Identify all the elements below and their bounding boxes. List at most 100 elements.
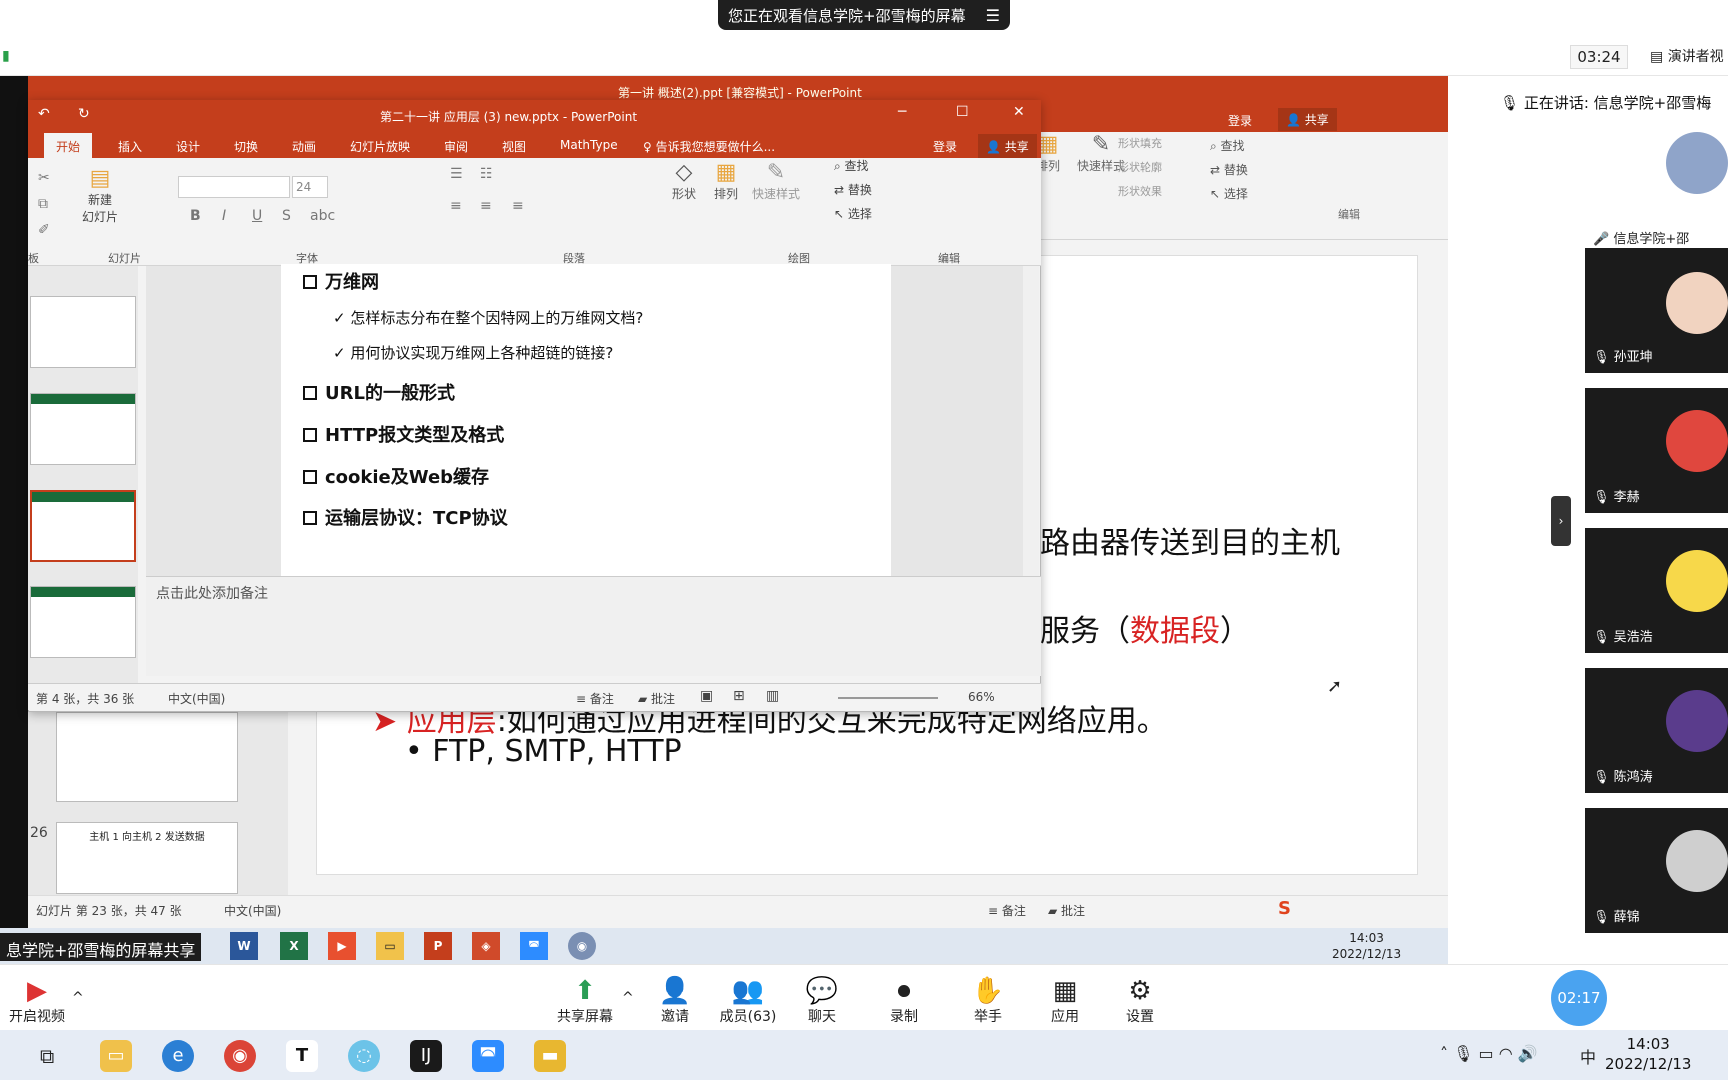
vertical-scrollbar[interactable]	[1023, 266, 1039, 576]
copy-icon[interactable]: ⧉	[38, 196, 48, 212]
file-explorer-icon[interactable]: ▭	[100, 1040, 132, 1072]
participant-card[interactable]: 🎤 信息学院+邵	[1585, 130, 1728, 255]
save-icon[interactable]: ↶	[38, 106, 50, 122]
collapse-panel-button[interactable]: ›	[1551, 496, 1571, 546]
font-size-select[interactable]: 24	[292, 176, 328, 198]
tab-transition[interactable]: 切换	[234, 138, 258, 155]
share-banner[interactable]: 您正在观看信息学院+邵雪梅的屏幕 ☰	[718, 0, 1010, 30]
zoom-level[interactable]: 66%	[968, 690, 995, 704]
tab-review[interactable]: 审阅	[444, 138, 468, 155]
bullets-icon[interactable]: ☰	[450, 166, 463, 182]
numbering-icon[interactable]: ☷	[480, 166, 493, 182]
close-icon[interactable]: ✕	[1013, 104, 1025, 120]
redo-icon[interactable]: ↻	[78, 106, 90, 122]
menu-icon[interactable]: ☰	[986, 6, 1000, 25]
tab-mathtype[interactable]: MathType	[560, 138, 618, 152]
format-painter-icon[interactable]: ✐	[38, 222, 50, 238]
back-shape-outline[interactable]: 形状轮廓	[1118, 156, 1162, 180]
chrome-icon[interactable]: ◉	[224, 1040, 256, 1072]
mini-timer[interactable]: 02:17	[1551, 970, 1607, 1026]
back-select[interactable]: ↖ 选择	[1210, 182, 1248, 206]
sogou-icon[interactable]: S	[1278, 898, 1291, 919]
front-login[interactable]: 登录	[933, 138, 957, 155]
back-notes-button[interactable]: ≡ 备注	[988, 902, 1026, 919]
thumb-slide-4[interactable]	[30, 586, 136, 658]
bold-icon[interactable]: B	[190, 208, 201, 224]
chevron-up-icon[interactable]: ^	[72, 990, 84, 1006]
participant-card[interactable]: 🎙 李赫	[1585, 388, 1728, 513]
back-find[interactable]: ⌕ 查找	[1210, 134, 1248, 158]
back-share-button[interactable]: 👤 共享	[1278, 108, 1337, 131]
app-icon[interactable]: ▬	[534, 1040, 566, 1072]
slides-app-icon[interactable]: ▶	[328, 932, 356, 960]
thumb-slide-3[interactable]	[30, 490, 136, 562]
video-button[interactable]: ▶ 开启视频	[2, 976, 72, 1026]
tab-animation[interactable]: 动画	[292, 138, 316, 155]
select-button[interactable]: ↖ 选择	[834, 202, 872, 226]
underline-icon[interactable]: U	[252, 208, 262, 224]
replace-button[interactable]: ⇄ 替换	[834, 178, 872, 202]
thumb-slide-1[interactable]	[30, 296, 136, 368]
zoom-slider[interactable]	[838, 697, 938, 699]
tray-icons[interactable]: ˄ 🎙 ▭ ◠ 🔊	[1440, 1044, 1538, 1063]
comments-button[interactable]: ▰ 批注	[638, 690, 675, 707]
sorter-view-icon[interactable]: ⊞	[733, 688, 745, 704]
participant-card[interactable]: 🎙 陈鸿涛	[1585, 668, 1728, 793]
font-name-select[interactable]	[178, 176, 290, 198]
raise-hand-button[interactable]: ✋ 举手	[953, 976, 1023, 1026]
tab-insert[interactable]: 插入	[118, 138, 142, 155]
tab-home[interactable]: 开始	[44, 133, 93, 158]
apps-button[interactable]: ▦ 应用	[1030, 976, 1100, 1026]
back-thumb-26[interactable]: 主机 1 向主机 2 发送数据	[56, 822, 238, 894]
back-comments-button[interactable]: ▰ 批注	[1048, 902, 1085, 919]
chevron-up-icon[interactable]: ^	[622, 990, 634, 1006]
tab-slideshow[interactable]: 幻灯片放映	[350, 138, 410, 155]
strikethrough-icon[interactable]: abc	[310, 208, 335, 224]
windows-clock[interactable]: 14:03 2022/12/13	[1605, 1034, 1691, 1074]
task-view-icon[interactable]: ⧉	[40, 1044, 54, 1068]
chat-button[interactable]: 💬 聊天	[787, 976, 857, 1026]
meeting-app-icon[interactable]: ◚	[472, 1040, 504, 1072]
word-icon[interactable]: W	[230, 932, 258, 960]
normal-view-icon[interactable]: ▣	[700, 688, 713, 704]
participant-card[interactable]: 🎙 薛锦	[1585, 808, 1728, 933]
new-slide-button[interactable]: ▤ 新建 幻灯片	[78, 166, 122, 225]
excel-icon[interactable]: X	[280, 932, 308, 960]
tab-view[interactable]: 视图	[502, 138, 526, 155]
minimize-icon[interactable]: ─	[898, 104, 906, 120]
arrange-button[interactable]: ▦ 排列	[708, 160, 744, 202]
tab-design[interactable]: 设计	[176, 138, 200, 155]
thumb-slide-2[interactable]	[30, 393, 136, 465]
share-screen-button[interactable]: ⬆ 共享屏幕	[550, 976, 620, 1026]
italic-icon[interactable]: I	[222, 208, 226, 224]
notes-button[interactable]: ≡ 备注	[576, 690, 614, 707]
browser-icon[interactable]: ◉	[568, 932, 596, 960]
app-icon[interactable]: ◈	[472, 932, 500, 960]
notes-pane[interactable]: 点击此处添加备注	[146, 576, 1041, 676]
front-share-button[interactable]: 👤 共享	[978, 134, 1037, 159]
back-replace[interactable]: ⇄ 替换	[1210, 158, 1248, 182]
participant-card[interactable]: 🎙 吴浩浩	[1585, 528, 1728, 653]
back-shape-fill[interactable]: 形状填充	[1118, 132, 1162, 156]
shape-button[interactable]: ◇ 形状	[666, 160, 702, 202]
members-button[interactable]: 👥 成员(63)	[713, 976, 783, 1026]
cut-icon[interactable]: ✂	[38, 170, 50, 186]
invite-button[interactable]: 👤 邀请	[640, 976, 710, 1026]
quick-style-button[interactable]: ✎ 快速样式	[748, 160, 804, 202]
reading-view-icon[interactable]: ▥	[766, 688, 779, 704]
intellij-icon[interactable]: IJ	[410, 1040, 442, 1072]
edge-icon[interactable]: e	[162, 1040, 194, 1072]
back-login[interactable]: 登录	[1228, 112, 1252, 129]
align-left-icon[interactable]: ≡	[450, 198, 462, 214]
tell-me-search[interactable]: ♀ 告诉我您想要做什么...	[643, 138, 775, 155]
back-thumb-25[interactable]	[56, 712, 238, 802]
maximize-icon[interactable]: ☐	[956, 104, 969, 120]
app-icon[interactable]: ◌	[348, 1040, 380, 1072]
participant-card[interactable]: 🎙 孙亚坤	[1585, 248, 1728, 373]
meeting-app-icon[interactable]: ◚	[520, 932, 548, 960]
powerpoint-icon[interactable]: P	[424, 932, 452, 960]
back-shape-effect[interactable]: 形状效果	[1118, 180, 1162, 204]
align-center-icon[interactable]: ≡	[480, 198, 492, 214]
typora-icon[interactable]: T	[286, 1040, 318, 1072]
presenter-view-button[interactable]: ▤ 演讲者视	[1650, 45, 1728, 69]
